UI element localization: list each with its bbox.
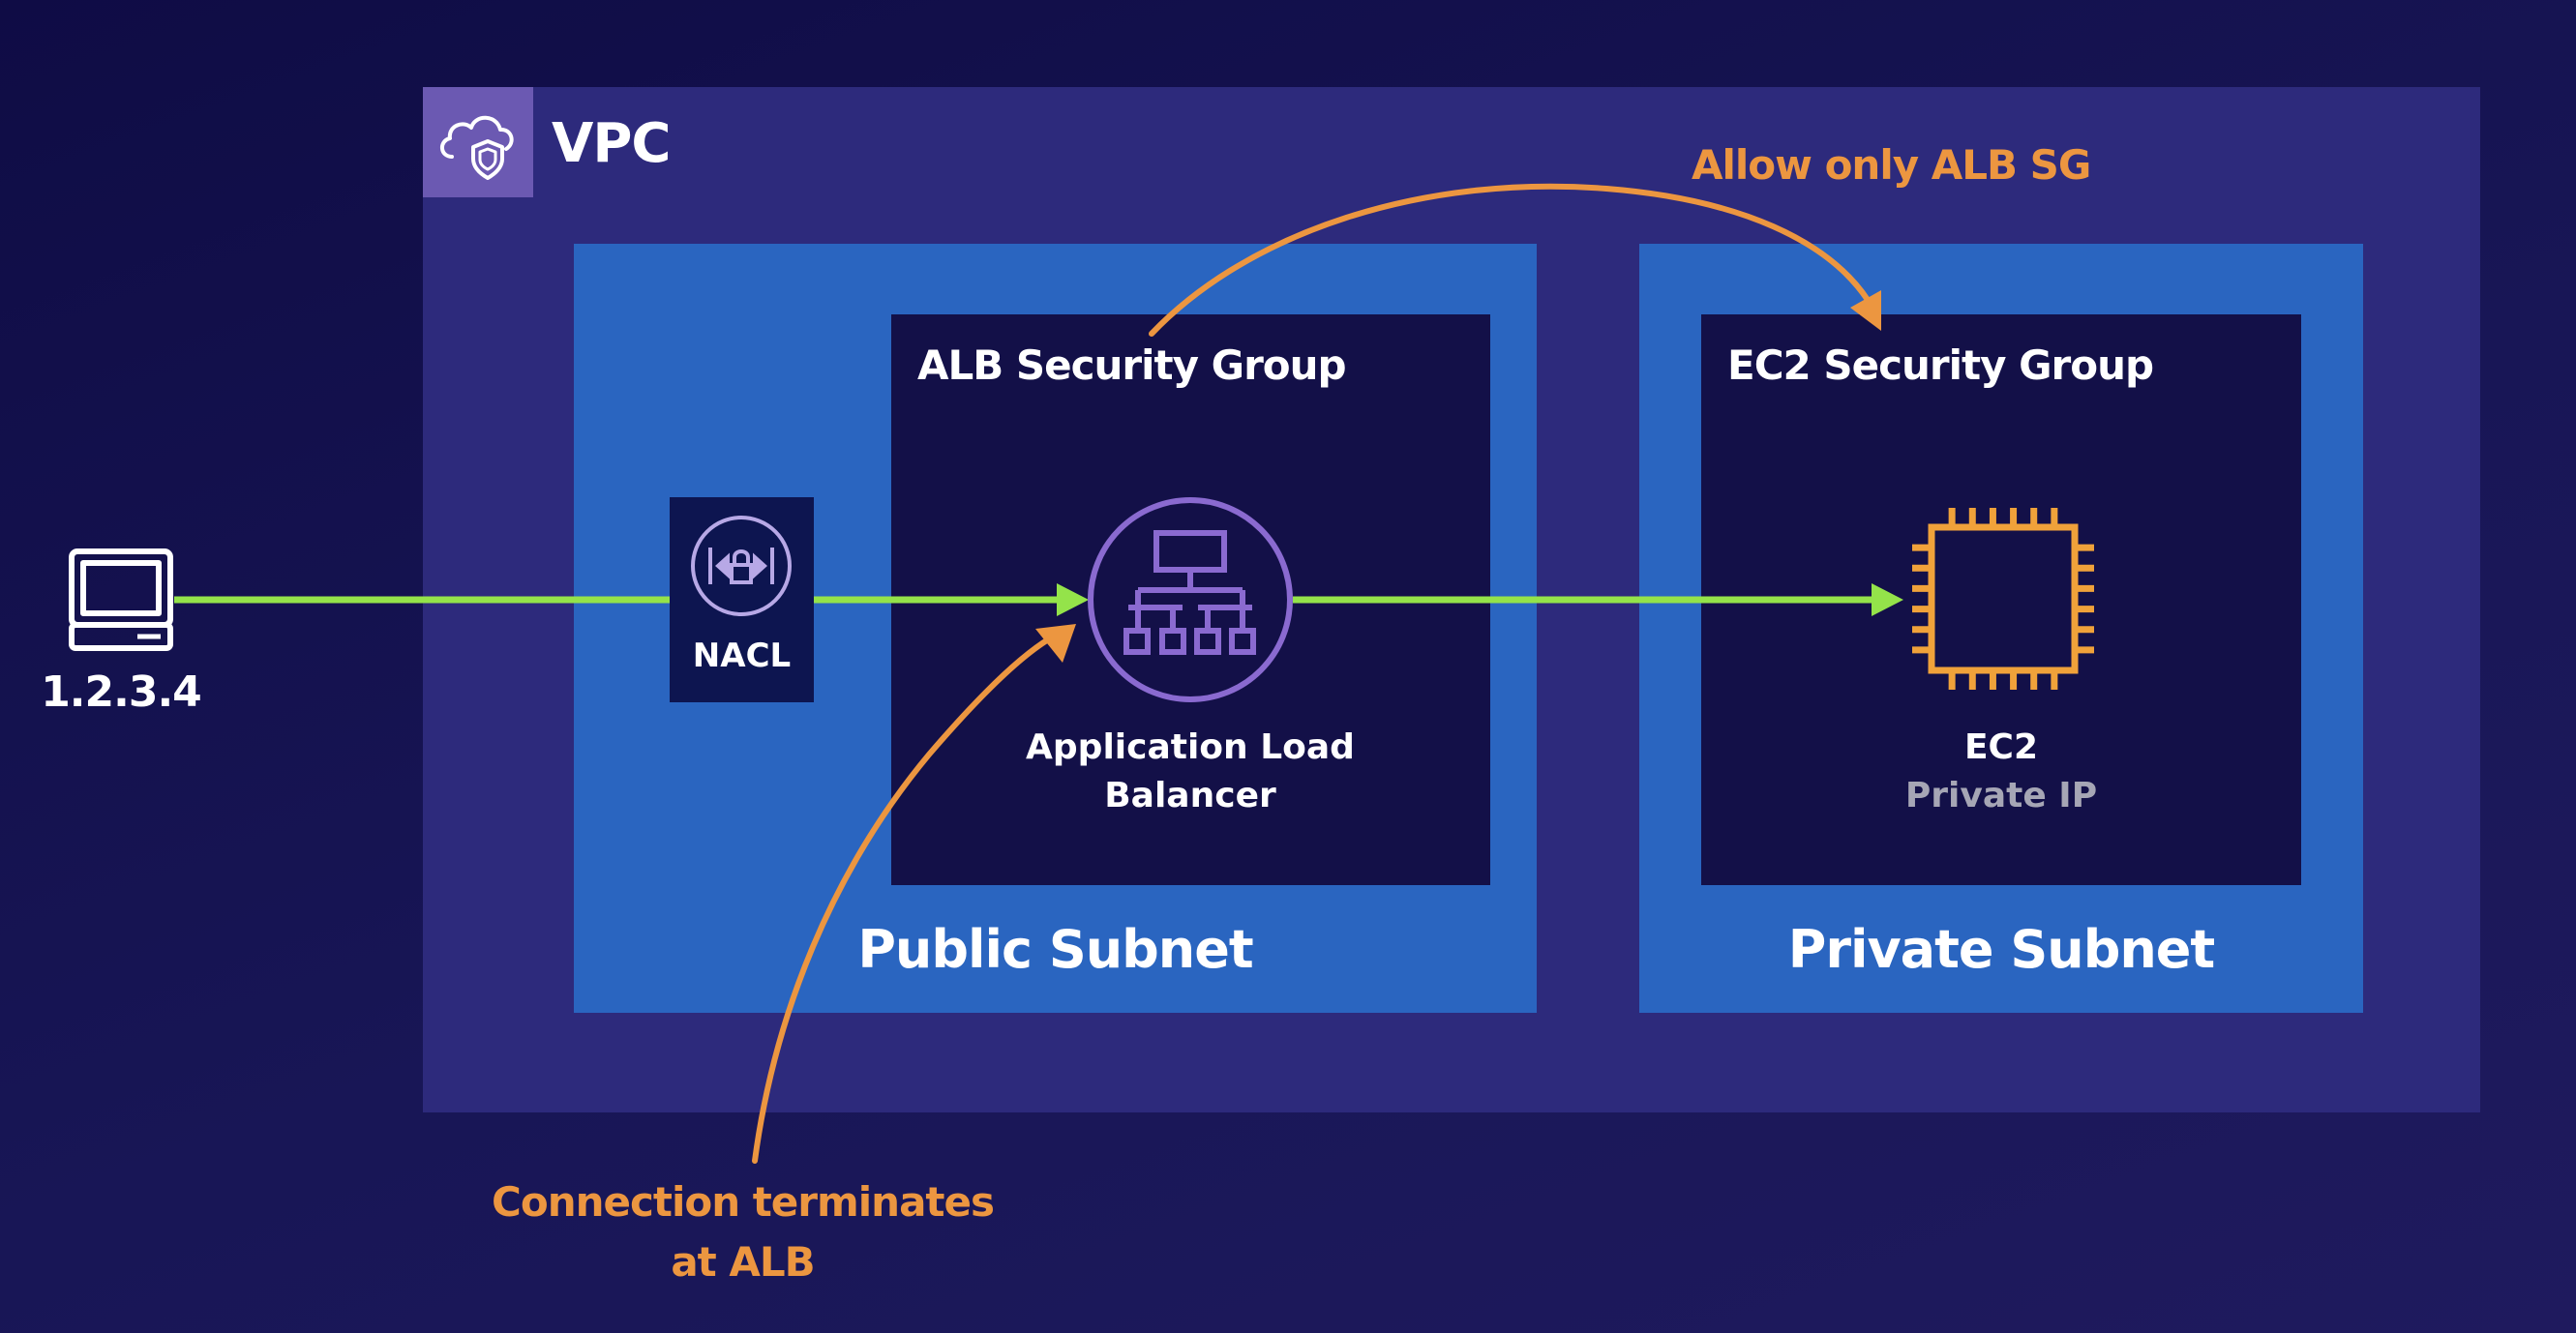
chip-pins <box>1912 508 2094 690</box>
alb-label-line1: Application Load <box>1026 727 1355 767</box>
alb-label: Application Load Balancer <box>997 724 1384 820</box>
annotation-connection-terminates: Connection terminates at ALB <box>455 1172 1031 1292</box>
diagram-overlay <box>69 183 2094 1164</box>
flow-arrowhead-alb <box>1057 583 1089 616</box>
client-ip-label: 1.2.3.4 <box>41 667 202 717</box>
nacl-label: NACL <box>692 637 792 675</box>
annotation-allow-alb-sg: Allow only ALB SG <box>1692 141 2091 189</box>
annotation-bottom-line2: at ALB <box>671 1238 815 1286</box>
annotation-bottom-line1: Connection terminates <box>492 1178 995 1226</box>
ec2-title: EC2 <box>1963 727 2039 767</box>
alb-label-line2: Balancer <box>1104 776 1276 815</box>
laptop-icon <box>69 548 173 651</box>
nacl-lock-icon <box>691 516 792 616</box>
flow-arrowhead-ec2 <box>1872 583 1903 616</box>
ec2-subtitle: Private IP <box>1904 776 2098 815</box>
load-balancer-icon <box>1088 497 1293 702</box>
annotation-arrow-terminates <box>752 636 1053 1164</box>
ec2-label: EC2 Private IP <box>1839 724 2164 820</box>
annotation-arrow-allow-alb-sg <box>1149 183 1871 337</box>
chip-icon <box>1928 523 2079 674</box>
